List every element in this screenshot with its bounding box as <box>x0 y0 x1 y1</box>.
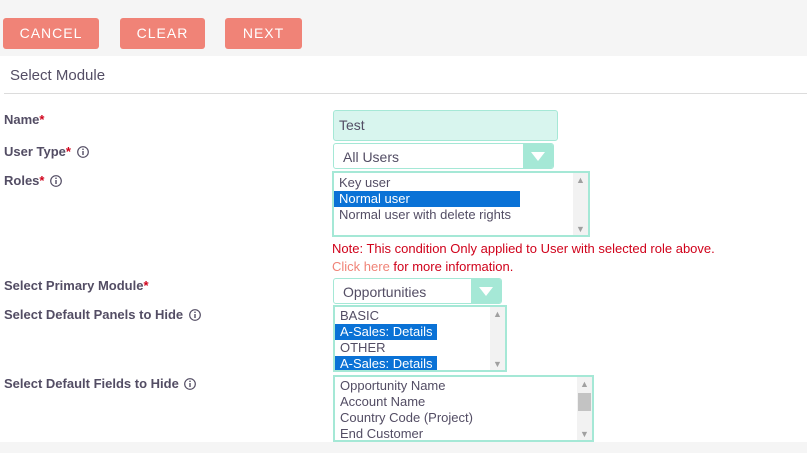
chevron-down-icon <box>531 152 545 161</box>
scroll-down-icon[interactable]: ▼ <box>493 359 502 369</box>
primary-module-label-text: Select Primary Module <box>4 278 144 293</box>
required-mark: * <box>39 173 45 188</box>
field-option[interactable]: Opportunity Name <box>335 378 592 394</box>
roles-scrollbar[interactable]: ▲ ▼ <box>573 173 588 235</box>
info-icon[interactable] <box>188 309 201 324</box>
user-type-select[interactable]: All Users <box>333 143 554 169</box>
panel-option[interactable]: OTHER <box>335 340 505 356</box>
scroll-up-icon[interactable]: ▲ <box>576 175 585 185</box>
more-info-text: for more information. <box>389 259 514 274</box>
field-option[interactable]: Account Name <box>335 394 592 410</box>
name-input[interactable]: Test <box>333 110 558 141</box>
fields-to-hide-listbox[interactable]: Opportunity Name Account Name Country Co… <box>333 375 594 442</box>
scroll-up-icon[interactable]: ▲ <box>580 379 589 389</box>
user-type-label-text: User Type <box>4 144 66 159</box>
required-mark: * <box>65 144 71 159</box>
clear-button[interactable]: CLEAR <box>120 18 205 49</box>
cancel-button[interactable]: CANCEL <box>3 18 99 49</box>
click-here-link[interactable]: Click here <box>332 259 390 274</box>
primary-module-select[interactable]: Opportunities <box>333 278 502 304</box>
field-option[interactable]: End Customer <box>335 426 592 440</box>
panel-option-selected[interactable]: A-Sales: Details <box>335 324 437 340</box>
primary-module-value: Opportunities <box>343 284 427 300</box>
info-icon[interactable] <box>76 146 89 161</box>
next-button[interactable]: NEXT <box>225 18 302 49</box>
panels-to-hide-label-text: Select Default Panels to Hide <box>4 307 184 322</box>
fields-to-hide-label-text: Select Default Fields to Hide <box>4 376 179 391</box>
name-label: Name* <box>4 112 44 127</box>
chevron-down-icon <box>479 287 493 296</box>
dropdown-arrow[interactable] <box>523 144 553 168</box>
section-title: Select Module <box>10 67 106 84</box>
role-condition-note: Note: This condition Only applied to Use… <box>332 241 715 256</box>
roles-label-text: Roles <box>4 173 40 188</box>
fields-to-hide-label: Select Default Fields to Hide <box>4 376 197 393</box>
scroll-down-icon[interactable]: ▼ <box>580 429 589 439</box>
user-type-value: All Users <box>343 149 400 165</box>
required-mark: * <box>39 112 45 127</box>
footer-bar <box>0 442 807 453</box>
info-icon[interactable] <box>50 175 62 190</box>
more-info-note: Click here for more information. <box>332 259 513 274</box>
panels-to-hide-label: Select Default Panels to Hide <box>4 307 201 324</box>
primary-module-label: Select Primary Module* <box>4 278 149 293</box>
roles-listbox[interactable]: Key user Normal user Normal user with de… <box>332 171 590 237</box>
name-label-text: Name <box>4 112 40 127</box>
field-option[interactable]: Country Code (Project) <box>335 410 592 426</box>
roles-option[interactable]: Normal user with delete rights <box>334 207 588 223</box>
roles-option[interactable]: Key user <box>334 175 588 191</box>
panels-to-hide-listbox[interactable]: BASIC A-Sales: Details OTHER A-Sales: De… <box>333 305 507 372</box>
fields-scrollbar[interactable]: ▲ ▼ <box>577 377 592 440</box>
panel-option-selected[interactable]: A-Sales: Details <box>335 356 437 370</box>
dropdown-arrow[interactable] <box>471 279 501 303</box>
user-type-label: User Type* <box>4 144 89 161</box>
info-icon[interactable] <box>184 378 197 393</box>
required-mark: * <box>143 278 149 293</box>
scroll-up-icon[interactable]: ▲ <box>493 309 502 319</box>
roles-option-selected[interactable]: Normal user <box>334 191 520 207</box>
panel-option[interactable]: BASIC <box>335 308 505 324</box>
scroll-down-icon[interactable]: ▼ <box>576 224 585 234</box>
scroll-thumb[interactable] <box>578 393 591 411</box>
roles-label: Roles* <box>4 173 62 190</box>
panels-scrollbar[interactable]: ▲ ▼ <box>490 307 505 370</box>
section-divider <box>4 93 807 94</box>
